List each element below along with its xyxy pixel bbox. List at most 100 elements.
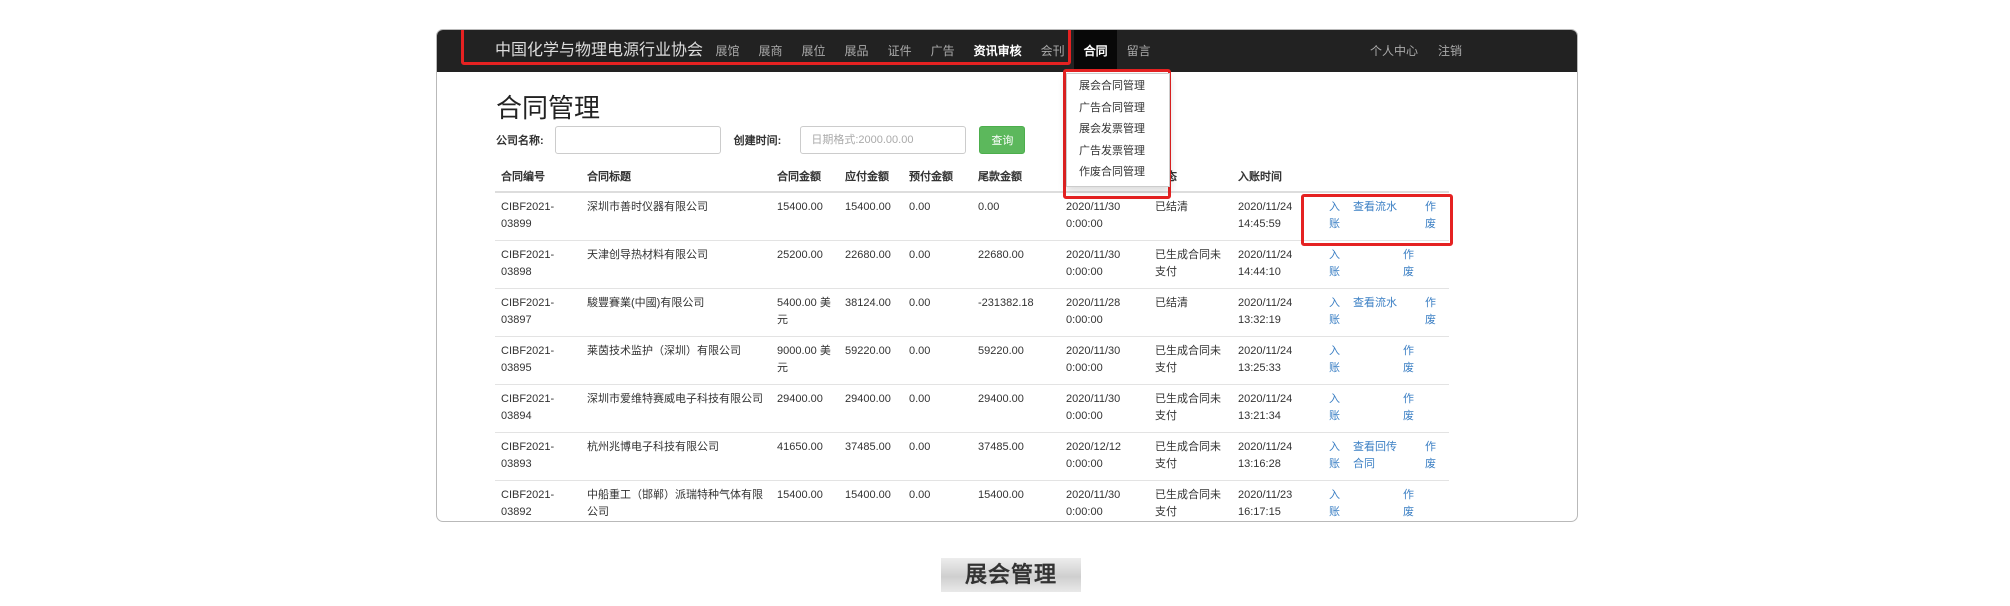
- menu-item-ad-contracts[interactable]: 广告合同管理: [1067, 98, 1169, 120]
- col-prepaid-amount: 预付金额: [903, 161, 972, 193]
- nav-item-messages[interactable]: 留言: [1117, 30, 1160, 72]
- company-name-input[interactable]: [554, 126, 721, 154]
- menu-item-exhibition-invoices[interactable]: 展会发票管理: [1067, 119, 1169, 141]
- nav-item-catalog[interactable]: 会刊: [1031, 30, 1074, 72]
- void-contract-link[interactable]: 作废: [1425, 295, 1436, 328]
- entry-time: 2020/11/24 13:25:33: [1232, 336, 1323, 385]
- contract-id-link[interactable]: CIBF2021-03898: [495, 240, 581, 289]
- contract-status: 已结清: [1149, 288, 1232, 337]
- balance-amount: 59220.00: [972, 336, 1060, 385]
- contract-title: 莱茵技术监护（深圳）有限公司: [581, 336, 771, 385]
- payable-amount: 29400.00: [839, 384, 903, 433]
- user-nav: 个人中心 注销: [1360, 30, 1472, 72]
- contract-id-link[interactable]: CIBF2021-03895: [495, 336, 581, 385]
- table-row: CIBF2021-03898 天津创导热材料有限公司 25200.00 22680.0…: [495, 240, 1449, 289]
- menu-item-exhibition-contracts[interactable]: 展会合同管理: [1067, 76, 1169, 98]
- balance-date: 2020/11/30 0:00:00: [1060, 336, 1149, 385]
- col-balance-amount: 尾款金额: [972, 161, 1060, 193]
- void-contract-link[interactable]: 作废: [1403, 247, 1414, 280]
- view-records-link[interactable]: 查看流水: [1353, 199, 1401, 216]
- contract-title: 深圳市善时仪器有限公司: [581, 191, 771, 241]
- contract-id-link[interactable]: CIBF2021-03897: [495, 288, 581, 337]
- void-contract-link[interactable]: 作废: [1425, 439, 1436, 472]
- nav-item-halls[interactable]: 展馆: [706, 30, 749, 72]
- prepaid-amount: 0.00: [903, 336, 972, 385]
- query-button[interactable]: 查询: [979, 126, 1026, 154]
- balance-date: 2020/11/28 0:00:00: [1060, 288, 1149, 337]
- nav-item-ads[interactable]: 广告: [921, 30, 964, 72]
- menu-item-void-contracts[interactable]: 作废合同管理: [1067, 162, 1169, 184]
- void-contract-link[interactable]: 作废: [1403, 487, 1414, 520]
- nav-item-exhibits[interactable]: 展品: [835, 30, 878, 72]
- contract-amount: 15400.00: [771, 480, 839, 521]
- contract-amount: 15400.00: [771, 191, 839, 241]
- entry-time: 2020/11/24 13:32:19: [1232, 288, 1323, 337]
- view-records-link[interactable]: 查看流水: [1353, 295, 1401, 312]
- search-form: 公司名称: 创建时间: 查询: [496, 125, 1026, 155]
- row-actions: 入账 作废: [1323, 480, 1449, 521]
- enter-account-link[interactable]: 入账: [1329, 439, 1340, 472]
- contract-id-link[interactable]: CIBF2021-03899: [495, 191, 581, 241]
- col-contract-title: 合同标题: [581, 161, 771, 193]
- table-row: CIBF2021-03894 深圳市爱维特赛威电子科技有限公司 29400.00 29…: [495, 384, 1449, 433]
- contract-status: 已生成合同未支付: [1149, 432, 1232, 481]
- entry-time: 2020/11/24 14:45:59: [1232, 191, 1323, 241]
- main-nav: 展馆 展商 展位 展品 证件 广告 资讯审核 会刊 合同 留言: [706, 30, 1160, 72]
- void-contract-link[interactable]: 作废: [1403, 343, 1414, 376]
- balance-amount: -231382.18: [972, 288, 1060, 337]
- balance-date: 2020/11/30 0:00:00: [1060, 480, 1149, 521]
- prepaid-amount: 0.00: [903, 480, 972, 521]
- contract-id-link[interactable]: CIBF2021-03893: [495, 432, 581, 481]
- void-contract-link[interactable]: 作废: [1425, 199, 1436, 232]
- enter-account-link[interactable]: 入账: [1329, 247, 1340, 280]
- enter-account-link[interactable]: 入账: [1329, 343, 1340, 376]
- enter-account-link[interactable]: 入账: [1329, 295, 1340, 328]
- contracts-dropdown-menu: 展会合同管理 广告合同管理 展会发票管理 广告发票管理 作废合同管理: [1066, 73, 1170, 187]
- col-contract-amount: 合同金额: [771, 161, 839, 193]
- col-contract-id: 合同编号: [495, 161, 581, 193]
- contract-amount: 41650.00: [771, 432, 839, 481]
- payable-amount: 15400.00: [839, 191, 903, 241]
- created-date-input[interactable]: [800, 126, 967, 154]
- nav-item-badges[interactable]: 证件: [878, 30, 921, 72]
- prepaid-amount: 0.00: [903, 432, 972, 481]
- contract-title: 中船重工（邯郸）派瑞特种气体有限公司: [581, 480, 771, 521]
- view-records-link[interactable]: 查看回传合同: [1353, 439, 1401, 472]
- nav-item-contracts[interactable]: 合同: [1074, 30, 1118, 72]
- void-contract-link[interactable]: 作废: [1403, 391, 1414, 424]
- contract-status: 已结清: [1149, 191, 1232, 241]
- nav-item-logout[interactable]: 注销: [1428, 30, 1472, 72]
- payable-amount: 59220.00: [839, 336, 903, 385]
- contract-id-link[interactable]: CIBF2021-03894: [495, 384, 581, 433]
- contract-title: 天津创导热材料有限公司: [581, 240, 771, 289]
- nav-item-booths[interactable]: 展位: [792, 30, 835, 72]
- company-name-label: 公司名称:: [496, 135, 544, 147]
- table-row: CIBF2021-03892 中船重工（邯郸）派瑞特种气体有限公司 15400.00…: [495, 480, 1449, 521]
- payable-amount: 22680.00: [839, 240, 903, 289]
- nav-item-exhibitors[interactable]: 展商: [749, 30, 792, 72]
- enter-account-link[interactable]: 入账: [1329, 487, 1340, 520]
- enter-account-link[interactable]: 入账: [1329, 199, 1340, 232]
- contract-status: 已生成合同未支付: [1149, 384, 1232, 433]
- table-header-row: 合同编号 合同标题 合同金额 应付金额 预付金额 尾款金额 尾款 状态 入账时间: [495, 161, 1449, 193]
- balance-amount: 37485.00: [972, 432, 1060, 481]
- balance-amount: 0.00: [972, 191, 1060, 241]
- col-entry-time: 入账时间: [1232, 161, 1323, 193]
- nav-item-profile[interactable]: 个人中心: [1360, 30, 1428, 72]
- table-row: CIBF2021-03899 深圳市善时仪器有限公司 15400.00 15400.0…: [495, 191, 1449, 241]
- row-actions: 入账 查看流水 作废: [1323, 191, 1449, 241]
- enter-account-link[interactable]: 入账: [1329, 391, 1340, 424]
- contract-id-link[interactable]: CIBF2021-03892: [495, 480, 581, 521]
- table-row: CIBF2021-03897 駿豐賽業(中國)有限公司 5400.00 美元 3812…: [495, 288, 1449, 337]
- row-actions: 入账 作废: [1323, 336, 1449, 385]
- entry-time: 2020/11/24 14:44:10: [1232, 240, 1323, 289]
- site-brand[interactable]: 中国化学与物理电源行业协会: [495, 30, 703, 72]
- nav-item-news-review[interactable]: 资讯审核: [964, 30, 1031, 72]
- contract-amount: 9000.00 美元: [771, 336, 839, 385]
- contract-status: 已生成合同未支付: [1149, 480, 1232, 521]
- menu-item-ad-invoices[interactable]: 广告发票管理: [1067, 141, 1169, 163]
- created-time-label: 创建时间:: [733, 135, 782, 147]
- entry-time: 2020/11/24 13:21:34: [1232, 384, 1323, 433]
- balance-date: 2020/12/12 0:00:00: [1060, 432, 1149, 481]
- section-caption: 展会管理: [941, 558, 1081, 592]
